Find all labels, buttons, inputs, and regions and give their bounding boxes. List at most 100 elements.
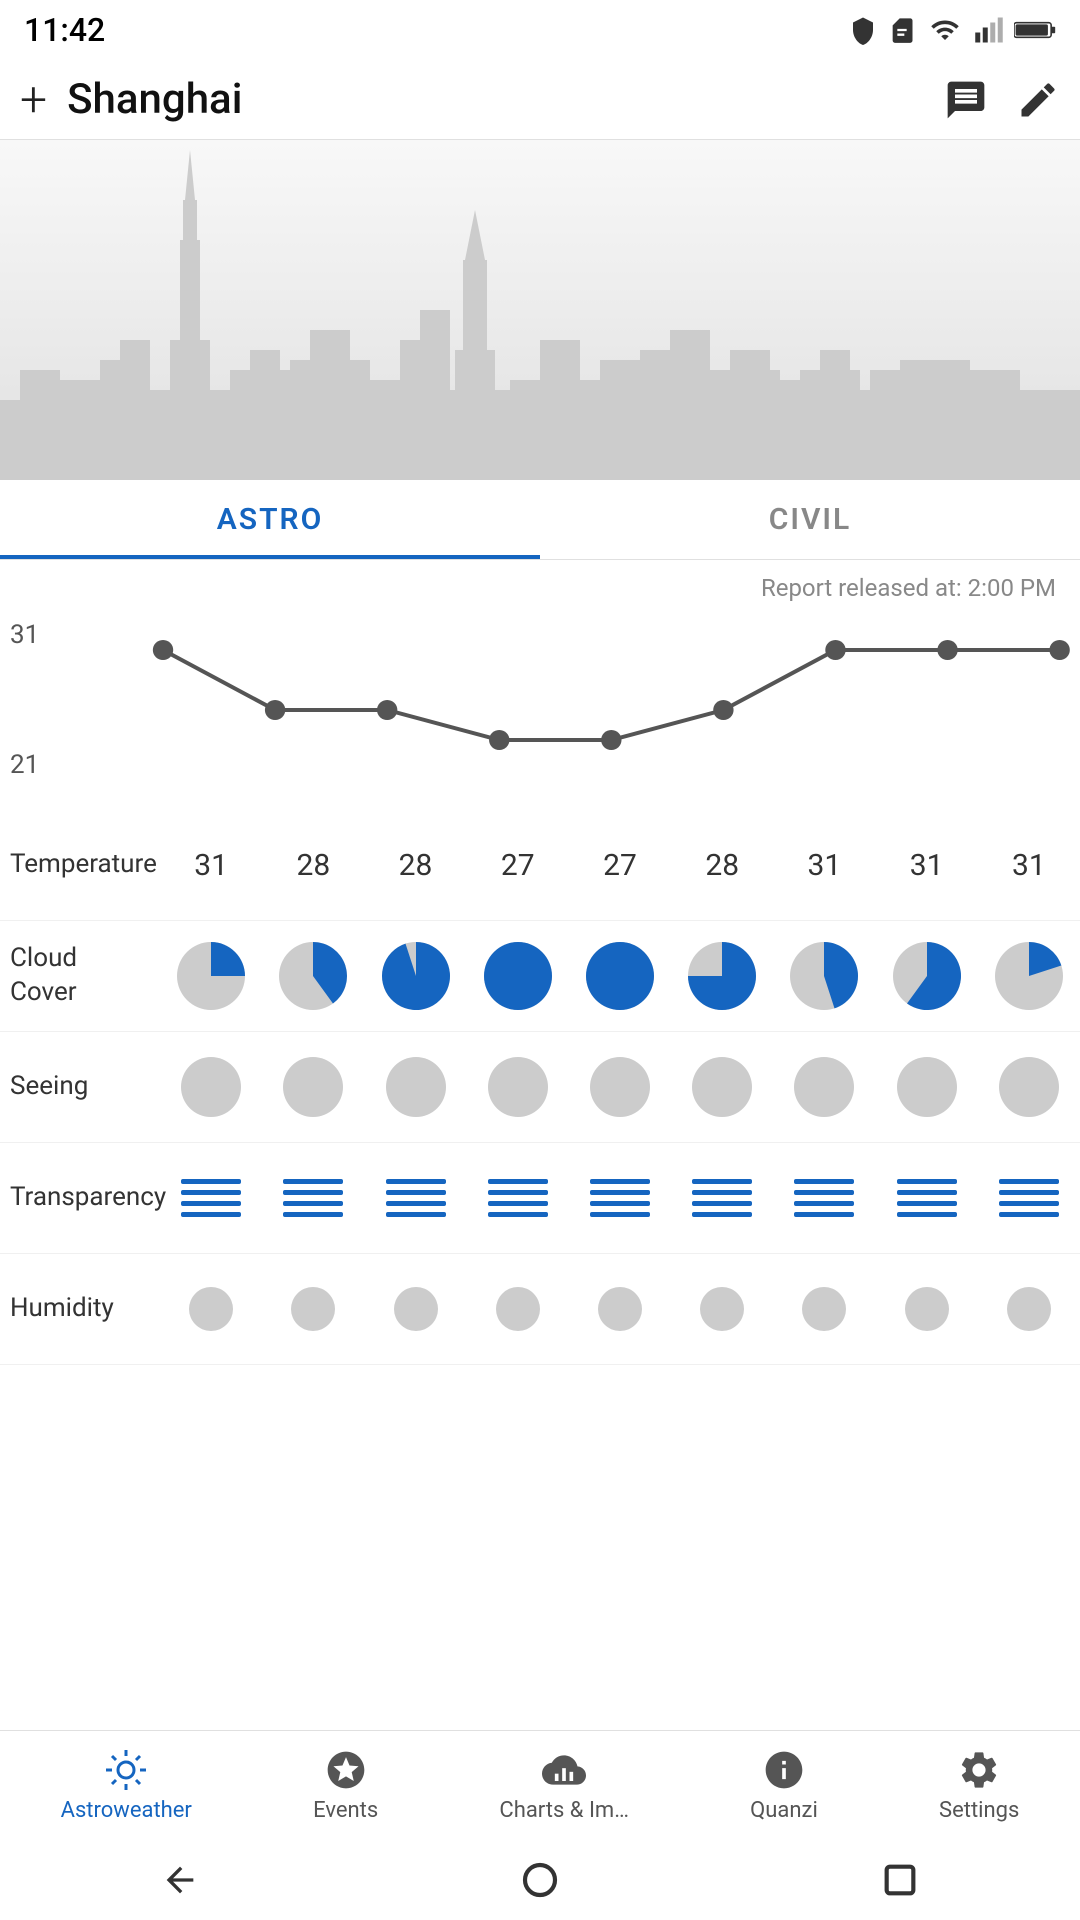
seeing-cells bbox=[160, 1032, 1080, 1142]
humidity-cell-6 bbox=[773, 1254, 875, 1364]
cloud-cover-cell-1 bbox=[262, 921, 364, 1031]
humidity-cell-2 bbox=[364, 1254, 466, 1364]
transparency-cell-3 bbox=[467, 1143, 569, 1253]
tab-civil[interactable]: CIVIL bbox=[540, 480, 1080, 559]
signal-icon bbox=[974, 15, 1004, 45]
seeing-cell-0 bbox=[160, 1032, 262, 1142]
nav-settings-label: Settings bbox=[939, 1798, 1019, 1823]
top-bar: + Shanghai bbox=[0, 60, 1080, 140]
nav-charts[interactable]: Charts & Im… bbox=[499, 1748, 629, 1823]
status-time: 11:42 bbox=[24, 11, 105, 49]
settings-icon bbox=[957, 1748, 1001, 1792]
transparency-cell-1 bbox=[262, 1143, 364, 1253]
humidity-cell-3 bbox=[467, 1254, 569, 1364]
temp-cell-5: 28 bbox=[671, 810, 773, 920]
cloud-cover-cell-5 bbox=[671, 921, 773, 1031]
recents-button[interactable] bbox=[870, 1850, 930, 1910]
nav-quanzi-label: Quanzi bbox=[750, 1798, 818, 1823]
status-icons bbox=[848, 14, 1056, 46]
status-bar: 11:42 bbox=[0, 0, 1080, 60]
temperature-cells: 31 28 28 27 27 28 31 31 31 bbox=[160, 810, 1080, 920]
temp-cell-2: 28 bbox=[364, 810, 466, 920]
transparency-cell-2 bbox=[364, 1143, 466, 1253]
humidity-label: Humidity bbox=[0, 1280, 160, 1338]
seeing-label: Seeing bbox=[0, 1058, 160, 1116]
tabs: ASTRO CIVIL bbox=[0, 480, 1080, 560]
transparency-cell-7 bbox=[876, 1143, 978, 1253]
temp-cell-8: 31 bbox=[978, 810, 1080, 920]
transparency-cell-4 bbox=[569, 1143, 671, 1253]
tab-astro[interactable]: ASTRO bbox=[0, 480, 540, 559]
seeing-cell-4 bbox=[569, 1032, 671, 1142]
edit-icon[interactable] bbox=[1016, 78, 1060, 122]
cloud-cover-cell-2 bbox=[364, 921, 466, 1031]
cloud-cover-cell-0 bbox=[160, 921, 262, 1031]
humidity-cells bbox=[160, 1254, 1080, 1364]
humidity-cell-4 bbox=[569, 1254, 671, 1364]
humidity-row: Humidity bbox=[0, 1254, 1080, 1365]
battery-icon bbox=[1014, 18, 1056, 42]
nav-quanzi[interactable]: Quanzi bbox=[750, 1748, 818, 1823]
temp-cell-6: 31 bbox=[773, 810, 875, 920]
shield-icon bbox=[848, 14, 878, 46]
transparency-row: Transparency bbox=[0, 1143, 1080, 1254]
nav-astroweather[interactable]: Astroweather bbox=[61, 1748, 192, 1823]
temp-cell-3: 27 bbox=[467, 810, 569, 920]
seeing-cell-3 bbox=[467, 1032, 569, 1142]
nav-astroweather-label: Astroweather bbox=[61, 1798, 192, 1823]
add-button[interactable]: + bbox=[20, 76, 47, 124]
cloud-cover-cell-7 bbox=[876, 921, 978, 1031]
seeing-cell-2 bbox=[364, 1032, 466, 1142]
back-button[interactable] bbox=[150, 1850, 210, 1910]
top-bar-actions bbox=[944, 78, 1060, 122]
temp-cell-1: 28 bbox=[262, 810, 364, 920]
cloud-cover-cells bbox=[160, 921, 1080, 1031]
temp-cell-7: 31 bbox=[876, 810, 978, 920]
transparency-cell-5 bbox=[671, 1143, 773, 1253]
humidity-cell-1 bbox=[262, 1254, 364, 1364]
seeing-cell-5 bbox=[671, 1032, 773, 1142]
page-title: Shanghai bbox=[67, 75, 944, 124]
seeing-cell-8 bbox=[978, 1032, 1080, 1142]
cloud-cover-cell-3 bbox=[467, 921, 569, 1031]
humidity-cell-5 bbox=[671, 1254, 773, 1364]
transparency-label: Transparency bbox=[0, 1169, 160, 1227]
nav-settings[interactable]: Settings bbox=[939, 1748, 1019, 1823]
quanzi-icon bbox=[762, 1748, 806, 1792]
charts-icon bbox=[542, 1748, 586, 1792]
temperature-label: Temperature bbox=[0, 836, 160, 894]
temperature-chart: 31 21 bbox=[0, 610, 1080, 810]
temperature-row: Temperature 31 28 28 27 27 28 31 31 31 bbox=[0, 810, 1080, 921]
transparency-cell-0 bbox=[160, 1143, 262, 1253]
humidity-cell-7 bbox=[876, 1254, 978, 1364]
transparency-cell-8 bbox=[978, 1143, 1080, 1253]
home-button[interactable] bbox=[510, 1850, 570, 1910]
seeing-cell-7 bbox=[876, 1032, 978, 1142]
seeing-cell-1 bbox=[262, 1032, 364, 1142]
skyline-image bbox=[0, 140, 1080, 480]
bottom-nav: Astroweather Events Charts & Im… Quanzi … bbox=[0, 1730, 1080, 1840]
system-nav bbox=[0, 1840, 1080, 1920]
seeing-cell-6 bbox=[773, 1032, 875, 1142]
humidity-cell-0 bbox=[160, 1254, 262, 1364]
cloud-cover-cell-6 bbox=[773, 921, 875, 1031]
seeing-row: Seeing bbox=[0, 1032, 1080, 1143]
astroweather-icon bbox=[104, 1748, 148, 1792]
chat-icon[interactable] bbox=[944, 78, 988, 122]
temp-cell-0: 31 bbox=[160, 810, 262, 920]
sim-icon bbox=[888, 14, 916, 46]
wifi-icon bbox=[926, 15, 964, 45]
events-icon bbox=[324, 1748, 368, 1792]
transparency-cells bbox=[160, 1143, 1080, 1253]
humidity-cell-8 bbox=[978, 1254, 1080, 1364]
report-released: Report released at: 2:00 PM bbox=[0, 560, 1080, 610]
data-table: Temperature 31 28 28 27 27 28 31 31 31 C… bbox=[0, 810, 1080, 1365]
nav-events[interactable]: Events bbox=[313, 1748, 378, 1823]
cloud-cover-row: Cloud Cover bbox=[0, 921, 1080, 1032]
cloud-cover-label: Cloud Cover bbox=[0, 930, 160, 1022]
cloud-cover-cell-8 bbox=[978, 921, 1080, 1031]
nav-events-label: Events bbox=[313, 1798, 378, 1823]
cloud-cover-cell-4 bbox=[569, 921, 671, 1031]
nav-charts-label: Charts & Im… bbox=[499, 1798, 629, 1823]
transparency-cell-6 bbox=[773, 1143, 875, 1253]
